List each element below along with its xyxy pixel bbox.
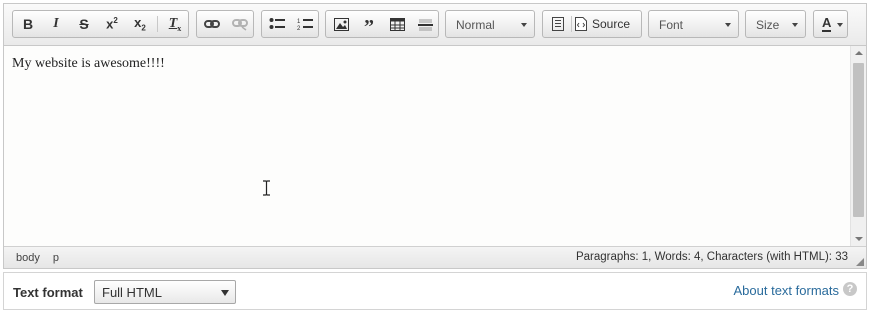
- table-icon: [389, 17, 405, 31]
- strikethrough-button[interactable]: S: [71, 11, 97, 37]
- horizontal-rule-button[interactable]: [412, 11, 438, 37]
- chevron-down-icon: [837, 23, 843, 27]
- blockquote-icon: ”: [364, 16, 374, 38]
- text-color-group: A: [813, 10, 848, 38]
- horizontal-rule-icon: [417, 19, 433, 30]
- rich-text-editor: B I S x2 x2 Tx 1 2 ” Normal Source Font …: [3, 3, 867, 269]
- font-dropdown[interactable]: Font: [648, 10, 739, 38]
- font-dropdown-label: Font: [659, 18, 684, 32]
- link-icon: [204, 20, 220, 28]
- chevron-down-icon: [725, 23, 731, 27]
- unlink-icon: [232, 19, 248, 31]
- text-format-label: Text format: [13, 285, 83, 300]
- source-icon: [575, 17, 587, 31]
- bulleted-list-button[interactable]: [264, 11, 290, 37]
- editor-content-area[interactable]: My website is awesome!!!!: [4, 46, 850, 246]
- numbered-list-icon: 1 2: [297, 19, 313, 31]
- chevron-down-icon: [792, 23, 798, 27]
- remove-format-icon: Tx: [168, 15, 182, 33]
- chevron-down-icon: [221, 290, 229, 296]
- strikethrough-icon: S: [79, 16, 89, 32]
- blockquote-button[interactable]: ”: [356, 11, 382, 37]
- scroll-up-arrow-icon[interactable]: [855, 51, 863, 55]
- scroll-thumb[interactable]: [853, 63, 864, 217]
- toolbar-separator: [571, 16, 572, 32]
- numbered-list-button[interactable]: 1 2: [292, 11, 318, 37]
- word-count: Paragraphs: 1, Words: 4, Characters (wit…: [575, 251, 848, 263]
- document-group: Source: [542, 10, 642, 38]
- subscript-button[interactable]: x2: [127, 11, 153, 37]
- unlink-button[interactable]: [227, 11, 253, 37]
- content-paragraph[interactable]: My website is awesome!!!!: [12, 56, 165, 72]
- chevron-down-icon: [521, 23, 527, 27]
- text-format-bar: Text format Full HTML About text formats…: [3, 272, 867, 310]
- document-icon: [552, 17, 564, 31]
- vertical-scrollbar[interactable]: [850, 46, 866, 246]
- link-button[interactable]: [199, 11, 225, 37]
- path-item-body[interactable]: body: [16, 252, 40, 264]
- italic-icon: I: [53, 16, 59, 31]
- path-item-p[interactable]: p: [53, 252, 59, 264]
- italic-button[interactable]: I: [43, 11, 69, 37]
- format-dropdown-label: Normal: [456, 18, 495, 32]
- text-format-select[interactable]: Full HTML: [94, 280, 236, 304]
- insert-group: ”: [325, 10, 439, 38]
- editor-toolbar: B I S x2 x2 Tx 1 2 ” Normal Source Font …: [4, 4, 866, 46]
- size-dropdown[interactable]: Size: [745, 10, 806, 38]
- svg-text:1: 1: [297, 19, 301, 25]
- svg-text:2: 2: [297, 26, 301, 31]
- element-path: body p: [16, 252, 69, 264]
- bulleted-list-icon: [269, 18, 285, 29]
- maximize-button[interactable]: [545, 11, 571, 37]
- toolbar-separator: [157, 16, 158, 32]
- size-dropdown-label: Size: [756, 18, 780, 32]
- table-button[interactable]: [384, 11, 410, 37]
- superscript-button[interactable]: x2: [99, 11, 125, 37]
- source-button-label: Source: [592, 17, 631, 31]
- image-icon: [333, 17, 349, 31]
- scroll-down-arrow-icon[interactable]: [855, 237, 863, 241]
- about-text-formats-link[interactable]: About text formats: [734, 283, 840, 298]
- lists-group: 1 2: [261, 10, 319, 38]
- text-color-button[interactable]: A: [814, 11, 847, 37]
- text-color-icon: A: [822, 15, 832, 32]
- editor-status-bar: body p Paragraphs: 1, Words: 4, Characte…: [4, 246, 866, 268]
- superscript-icon: x2: [106, 16, 118, 32]
- links-group: [196, 10, 254, 38]
- resize-handle-icon[interactable]: [856, 258, 864, 266]
- format-dropdown[interactable]: Normal: [445, 10, 535, 38]
- text-cursor-icon: [263, 180, 270, 196]
- image-button[interactable]: [328, 11, 354, 37]
- bold-button[interactable]: B: [15, 11, 41, 37]
- remove-format-button[interactable]: Tx: [162, 11, 188, 37]
- help-icon[interactable]: ?: [843, 282, 857, 296]
- source-button[interactable]: Source: [575, 11, 641, 37]
- basic-styles-group: B I S x2 x2 Tx: [12, 10, 189, 38]
- subscript-icon: x2: [134, 15, 146, 33]
- bold-icon: B: [22, 16, 34, 32]
- text-format-value: Full HTML: [102, 285, 162, 300]
